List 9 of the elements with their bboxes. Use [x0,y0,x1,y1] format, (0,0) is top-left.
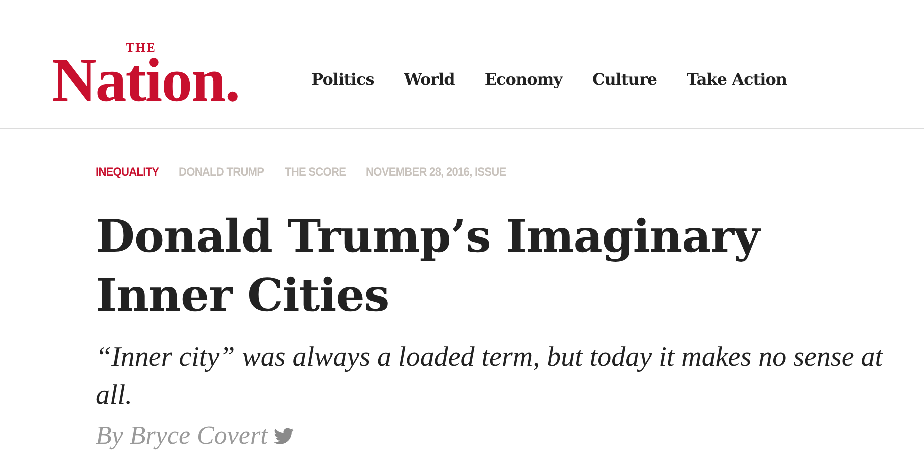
tag-link[interactable]: INEQUALITY [96,165,160,179]
nav-link[interactable]: Politics [312,70,374,88]
nav-link[interactable]: Culture [592,70,658,88]
headline: Donald Trump’s Imaginary Inner Cities [96,209,762,324]
subheadline: “Inner city” was always a loaded term, but today it makes no sense at all. [96,341,884,413]
nav-link[interactable]: World [404,70,455,88]
nav-link[interactable]: Economy [484,70,562,88]
nav-link[interactable]: Take Action [687,70,788,88]
bird-icon[interactable] [274,428,294,444]
